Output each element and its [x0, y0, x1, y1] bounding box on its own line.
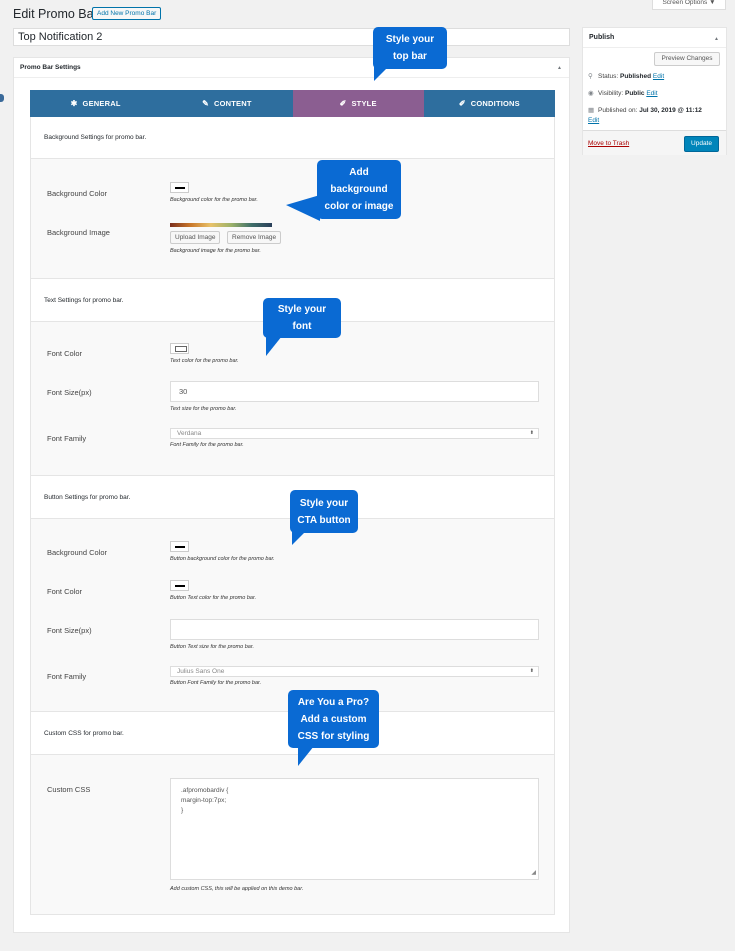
background-color-desc: Background color for the promo bar. [170, 197, 258, 203]
font-size-label: Font Size(px) [47, 388, 92, 397]
callout-custom-css: Are You a Pro? Add a custom CSS for styl… [288, 690, 379, 748]
background-image-label: Background Image [47, 228, 110, 237]
callout-tail [286, 195, 320, 221]
callout-tail [292, 531, 306, 545]
screen-options-button[interactable]: Screen Options ▼ [652, 0, 726, 10]
background-image-desc: Background image for the promo bar. [170, 248, 261, 254]
publish-collapse-icon[interactable]: ▲ [714, 36, 720, 42]
tab-general[interactable]: ✱ GENERAL [30, 90, 161, 117]
tab-label: CONDITIONS [470, 99, 520, 108]
text-section: Font Color Text color for the promo bar.… [31, 322, 554, 476]
visibility-row: ◉ Visibility: Public Edit [588, 90, 658, 97]
custom-css-desc: Add custom CSS, this will be applied on … [170, 886, 304, 892]
edit-date-link[interactable]: Edit [588, 117, 599, 124]
pencil-icon: ✎ [202, 99, 209, 108]
custom-css-textarea[interactable]: .afpromobardiv { margin-top:7px; } ◢ [170, 778, 539, 880]
font-color-desc: Text color for the promo bar. [170, 358, 239, 364]
background-color-swatch[interactable] [170, 182, 189, 193]
status-row: ⚲ Status: Published Edit [588, 73, 665, 80]
button-font-size-input[interactable] [170, 619, 539, 640]
post-title-input[interactable]: Top Notification 2 [13, 28, 570, 46]
button-bg-color-desc: Button background color for the promo ba… [170, 556, 275, 562]
callout-add-background: Add background color or image [317, 160, 401, 219]
add-new-promo-bar-button[interactable]: Add New Promo Bar [92, 7, 162, 20]
css-line: .afpromobardiv { [181, 787, 229, 794]
resize-handle-icon[interactable]: ◢ [531, 868, 536, 878]
button-font-family-select[interactable]: Julius Sans One ⬍ [170, 666, 539, 677]
button-font-color-swatch[interactable] [170, 580, 189, 591]
button-section: Background Color Button background color… [31, 519, 554, 712]
select-arrows-icon: ⬍ [529, 430, 534, 436]
collapse-toggle-icon[interactable]: ▲ [557, 65, 563, 71]
brush-icon: ✐ [339, 99, 347, 108]
preview-changes-button[interactable]: Preview Changes [654, 52, 720, 66]
move-to-trash-link[interactable]: Move to Trash [588, 140, 629, 147]
button-bg-color-swatch[interactable] [170, 541, 189, 552]
callout-tail [374, 67, 388, 81]
update-button[interactable]: Update [684, 136, 719, 152]
css-line: margin-top:7px; [181, 797, 227, 804]
button-font-color-label: Font Color [47, 587, 83, 596]
css-section: Custom CSS .afpromobardiv { margin-top:7… [31, 755, 554, 914]
remove-image-button[interactable]: Remove Image [227, 231, 282, 244]
button-font-family-desc: Button Font Family for the promo bar. [170, 680, 262, 686]
upload-image-button[interactable]: Upload Image [170, 231, 221, 244]
background-color-label: Background Color [47, 189, 108, 198]
button-font-family-label: Font Family [47, 672, 87, 681]
edit-status-link[interactable]: Edit [653, 73, 664, 80]
font-family-value: Verdana [177, 430, 202, 437]
pin-icon: ⚲ [588, 73, 593, 80]
button-font-size-desc: Button Text size for the promo bar. [170, 644, 254, 650]
font-family-label: Font Family [47, 434, 87, 443]
css-line: } [181, 807, 184, 814]
tab-label: GENERAL [82, 99, 121, 108]
button-font-family-value: Julius Sans One [177, 668, 225, 675]
wrench-icon: ✐ [458, 99, 466, 108]
select-arrows-icon: ⬍ [529, 668, 534, 674]
button-font-size-label: Font Size(px) [47, 626, 92, 635]
tab-style[interactable]: ✐ STYLE [292, 90, 424, 117]
custom-css-label: Custom CSS [47, 785, 91, 794]
page-title: Edit Promo Bar [13, 7, 98, 21]
publish-actions: Move to Trash Update [583, 130, 726, 155]
callout-tail [266, 336, 282, 356]
font-color-swatch[interactable] [170, 343, 189, 354]
font-family-desc: Font Family for the promo bar. [170, 442, 244, 448]
publish-title: Publish [583, 28, 726, 48]
published-row: ▦ Published on: Jul 30, 2019 @ 11:12 Edit [588, 107, 702, 124]
background-section-title: Background Settings for promo bar. [31, 117, 554, 159]
font-color-label: Font Color [47, 349, 83, 358]
button-font-color-desc: Button Text color for the promo bar. [170, 595, 257, 601]
callout-style-cta: Style your CTA button [290, 490, 358, 533]
tab-conditions[interactable]: ✐ CONDITIONS [424, 90, 555, 117]
font-family-select[interactable]: Verdana ⬍ [170, 428, 539, 439]
eye-icon: ◉ [588, 90, 594, 97]
side-scroll-marker [0, 94, 4, 102]
edit-visibility-link[interactable]: Edit [646, 90, 657, 97]
font-size-input[interactable]: 30 [170, 381, 539, 402]
font-size-desc: Text size for the promo bar. [170, 406, 237, 412]
calendar-icon: ▦ [588, 107, 595, 114]
callout-style-top-bar: Style your top bar [373, 27, 447, 69]
settings-tabs: ✱ GENERAL ✎ CONTENT ✐ STYLE ✐ CONDITIONS [30, 90, 555, 117]
settings-box-title: Promo Bar Settings [14, 58, 569, 78]
background-image-preview [170, 223, 272, 227]
tab-label: STYLE [351, 99, 377, 108]
callout-tail [298, 746, 314, 766]
tab-label: CONTENT [214, 99, 252, 108]
button-bg-color-label: Background Color [47, 548, 108, 557]
gear-icon: ✱ [70, 99, 78, 108]
callout-style-font: Style your font [263, 298, 341, 338]
tab-content[interactable]: ✎ CONTENT [161, 90, 292, 117]
publish-box: Publish ▲ Preview Changes ⚲ Status: Publi… [582, 27, 727, 155]
